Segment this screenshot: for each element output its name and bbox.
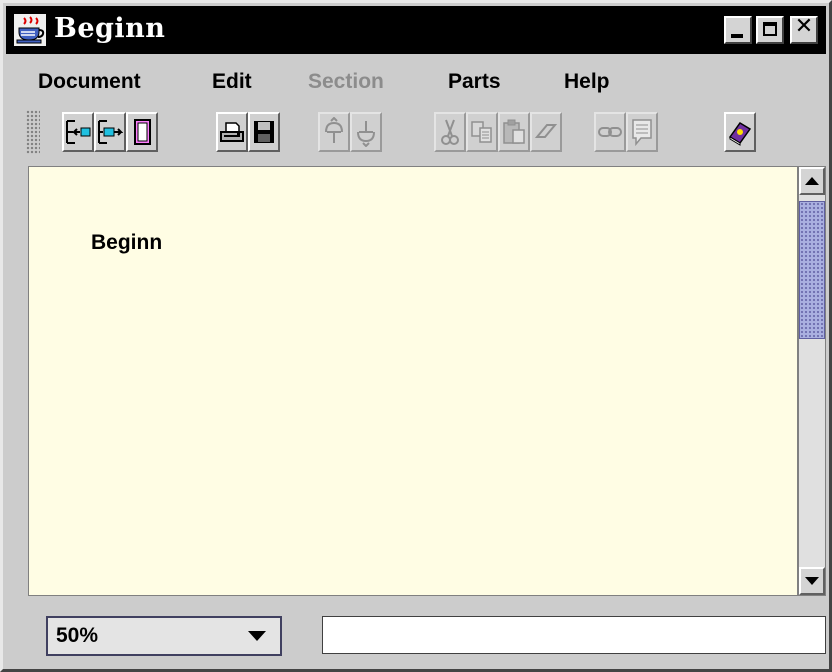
print-button[interactable] bbox=[216, 112, 248, 152]
menu-edit[interactable]: Edit bbox=[212, 70, 252, 94]
page-button[interactable] bbox=[126, 112, 158, 152]
comment-button[interactable] bbox=[626, 112, 658, 152]
cut-icon bbox=[441, 119, 459, 145]
minimize-icon bbox=[731, 34, 743, 38]
close-icon: ✕ bbox=[794, 14, 814, 39]
document-area[interactable]: Beginn bbox=[28, 166, 798, 596]
copy-button[interactable] bbox=[466, 112, 498, 152]
eraser-button[interactable] bbox=[530, 112, 562, 152]
arrow-down-icon bbox=[805, 577, 819, 585]
menu-bar: Document Edit Section Parts Help bbox=[6, 60, 826, 104]
vertical-scrollbar[interactable] bbox=[798, 166, 826, 596]
zoom-select[interactable]: 50% bbox=[46, 616, 282, 656]
indent-right-icon bbox=[98, 120, 123, 144]
move-up-icon bbox=[325, 117, 343, 143]
move-down-icon bbox=[357, 121, 375, 147]
indent-right-button[interactable] bbox=[94, 112, 126, 152]
link-button[interactable] bbox=[594, 112, 626, 152]
scroll-down-button[interactable] bbox=[799, 567, 825, 595]
document-title[interactable]: Beginn bbox=[91, 231, 162, 255]
help-book-button[interactable] bbox=[724, 112, 756, 152]
arrow-up-icon bbox=[805, 177, 819, 185]
maximize-icon bbox=[763, 22, 777, 36]
chevron-down-icon bbox=[248, 631, 266, 641]
copy-icon bbox=[471, 121, 492, 143]
status-bar: 50% bbox=[6, 600, 826, 666]
java-cup-icon[interactable] bbox=[14, 14, 46, 46]
zoom-value: 50% bbox=[56, 624, 99, 647]
maximize-button[interactable] bbox=[756, 16, 784, 44]
title-bar[interactable]: Beginn ✕ bbox=[6, 6, 826, 54]
toolbar bbox=[6, 106, 826, 160]
move-down-button[interactable] bbox=[350, 112, 382, 152]
save-icon bbox=[254, 121, 274, 143]
toolbar-grip[interactable] bbox=[26, 110, 40, 154]
help-book-icon bbox=[728, 122, 752, 146]
save-button[interactable] bbox=[248, 112, 280, 152]
close-button[interactable]: ✕ bbox=[790, 14, 818, 44]
cut-button[interactable] bbox=[434, 112, 466, 152]
minimize-button[interactable] bbox=[724, 16, 752, 44]
paste-icon bbox=[503, 119, 525, 144]
menu-section[interactable]: Section bbox=[308, 70, 384, 94]
menu-help[interactable]: Help bbox=[564, 70, 610, 94]
print-icon bbox=[220, 122, 244, 142]
paste-button[interactable] bbox=[498, 112, 530, 152]
window-title: Beginn bbox=[54, 13, 166, 44]
menu-parts[interactable]: Parts bbox=[448, 70, 501, 94]
indent-left-icon bbox=[66, 120, 91, 144]
link-icon bbox=[598, 127, 622, 137]
menu-document[interactable]: Document bbox=[38, 70, 141, 94]
scroll-up-button[interactable] bbox=[799, 167, 825, 195]
scroll-thumb[interactable] bbox=[799, 201, 825, 339]
indent-left-button[interactable] bbox=[62, 112, 94, 152]
page-icon bbox=[134, 119, 151, 145]
status-message-field[interactable] bbox=[322, 616, 826, 654]
move-up-button[interactable] bbox=[318, 112, 350, 152]
eraser-icon bbox=[534, 124, 558, 138]
comment-icon bbox=[632, 119, 652, 147]
